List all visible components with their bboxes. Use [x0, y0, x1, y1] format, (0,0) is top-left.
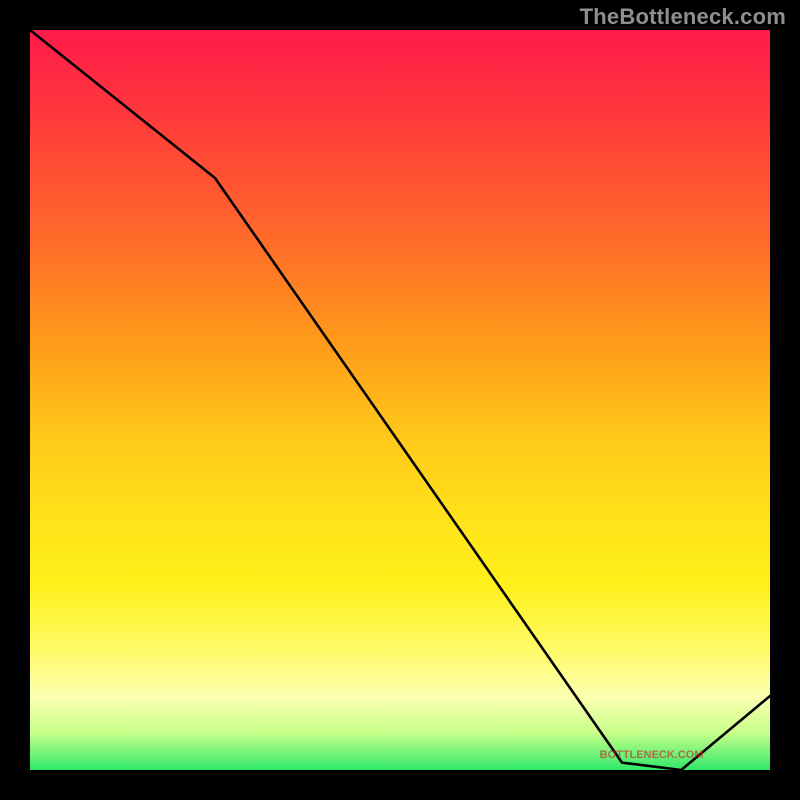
plot-area: BOTTLENECK.COM [30, 30, 770, 770]
watermark-text: BOTTLENECK.COM [600, 749, 704, 761]
chart-line-svg [30, 30, 770, 770]
attribution-text: TheBottleneck.com [580, 4, 786, 30]
chart-frame: TheBottleneck.com BOTTLENECK.COM [0, 0, 800, 800]
data-line [30, 30, 770, 770]
